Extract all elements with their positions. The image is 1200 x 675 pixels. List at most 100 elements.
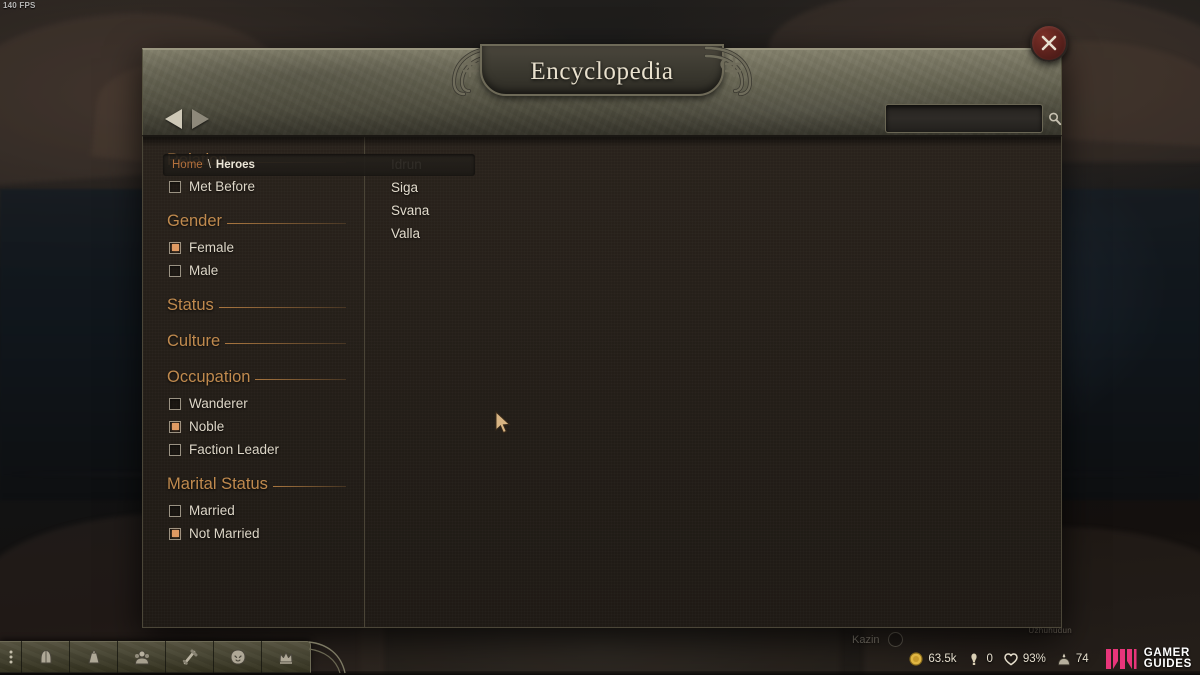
filter-option-label: Female xyxy=(189,240,235,255)
breadcrumb-home-link[interactable]: Home xyxy=(172,159,203,171)
filter-group-culture: Culture xyxy=(167,332,364,351)
fps-counter: 140 FPS xyxy=(3,1,36,10)
stat-value: 93% xyxy=(1022,653,1046,665)
menu-dots-icon xyxy=(9,650,12,664)
hud-button-strip xyxy=(0,641,311,673)
breadcrumb-current: Heroes xyxy=(215,159,255,171)
filter-sidebar: RelationMet BeforeGenderFemaleMaleStatus… xyxy=(143,137,365,627)
gamerguides-line2: GUIDES xyxy=(1143,658,1192,670)
gamerguides-text: GAMER GUIDES xyxy=(1143,647,1192,671)
filter-header-rule xyxy=(227,223,346,224)
filter-option-label: Noble xyxy=(189,419,225,434)
filter-header-rule xyxy=(218,307,346,308)
result-item[interactable]: Siga xyxy=(391,176,1061,199)
checkbox-icon[interactable] xyxy=(169,504,181,517)
crown-icon xyxy=(279,652,293,664)
result-item[interactable]: Valla xyxy=(391,222,1061,245)
search-icon[interactable] xyxy=(1047,111,1063,127)
filter-option-label: Faction Leader xyxy=(189,442,280,457)
filter-title: Status xyxy=(167,296,214,314)
filter-option-wanderer[interactable]: Wanderer xyxy=(169,392,364,415)
filter-title: Occupation xyxy=(167,368,251,386)
result-item[interactable]: Idrun xyxy=(391,153,1061,176)
filter-option-met-before[interactable]: Met Before xyxy=(169,175,364,198)
filter-option-label: Wanderer xyxy=(189,396,248,411)
checkbox-icon[interactable] xyxy=(169,180,181,193)
sword-scroll-icon xyxy=(182,649,197,665)
breadcrumb: Home \ Heroes xyxy=(163,154,475,176)
morale-stat: 93% xyxy=(1004,652,1046,666)
filter-option-male[interactable]: Male xyxy=(169,259,364,282)
filter-option-married[interactable]: Married xyxy=(169,499,364,522)
checkbox-icon[interactable] xyxy=(169,397,181,410)
filter-header-rule xyxy=(255,379,346,380)
hud-right-status: 63.5k 0 93% 74 GAMER GUIDES xyxy=(887,643,1200,675)
gamerguides-watermark: GAMER GUIDES xyxy=(1099,647,1192,671)
party-button[interactable] xyxy=(118,641,166,673)
menu-dots-button[interactable] xyxy=(0,641,22,673)
filter-option-female[interactable]: Female xyxy=(169,236,364,259)
filter-option-label: Male xyxy=(189,263,219,278)
checkbox-icon[interactable] xyxy=(169,443,181,456)
filter-option-faction-leader[interactable]: Faction Leader xyxy=(169,438,364,461)
filter-options: Married Not Married xyxy=(169,499,364,545)
checkbox-icon[interactable] xyxy=(169,527,181,540)
window-title: Encyclopedia xyxy=(530,58,674,85)
helmet-icon xyxy=(40,649,51,664)
title-plaque-wrap: Encyclopedia xyxy=(451,44,753,96)
kingdom-button[interactable] xyxy=(262,641,310,673)
filter-options: Female Male xyxy=(169,236,364,282)
hud-left-toolbar xyxy=(0,639,347,675)
gamerguides-logo-icon xyxy=(1105,649,1137,669)
inventory-button[interactable] xyxy=(70,641,118,673)
filter-option-label: Married xyxy=(189,503,235,518)
filter-group-gender: Gender Female Male xyxy=(167,212,364,282)
filter-group-status: Status xyxy=(167,296,364,315)
celtic-ornament-right-icon xyxy=(704,46,753,96)
result-item[interactable]: Svana xyxy=(391,199,1061,222)
close-button[interactable] xyxy=(1030,24,1068,62)
stat-value: 0 xyxy=(986,653,993,665)
money-bag-icon xyxy=(87,649,100,664)
influence-icon xyxy=(971,653,978,665)
back-arrow-icon[interactable] xyxy=(165,109,182,129)
stat-value: 63.5k xyxy=(928,653,957,665)
heart-icon xyxy=(1004,653,1018,666)
filter-title: Gender xyxy=(167,212,223,230)
lion-head-icon xyxy=(229,649,246,665)
filter-header-gender: Gender xyxy=(167,212,364,231)
gold-stat: 63.5k xyxy=(909,652,956,666)
filter-header-status: Status xyxy=(167,296,364,315)
influence-stat: 0 xyxy=(967,652,993,666)
forward-arrow-icon[interactable] xyxy=(192,109,209,129)
stat-value: 74 xyxy=(1075,653,1089,665)
checkbox-icon[interactable] xyxy=(169,241,181,254)
checkbox-icon[interactable] xyxy=(169,264,181,277)
filter-options: Met Before xyxy=(169,175,364,198)
clan-button[interactable] xyxy=(214,641,262,673)
close-icon[interactable] xyxy=(1039,33,1059,53)
hud-swoosh-decoration xyxy=(309,641,346,674)
party-icon xyxy=(134,650,149,665)
navigation-arrows xyxy=(165,109,209,129)
troops-stat: 74 xyxy=(1057,652,1089,666)
filter-options: Wanderer Noble Faction Leader xyxy=(169,392,364,461)
encyclopedia-header: Encyclopedia Home \ Heroes xyxy=(142,44,1062,176)
search-input[interactable] xyxy=(892,111,1047,126)
coin-icon xyxy=(909,652,923,666)
filter-header-occupation: Occupation xyxy=(167,368,364,387)
breadcrumb-separator: \ xyxy=(207,159,211,171)
filter-header-culture: Culture xyxy=(167,332,364,351)
filter-option-noble[interactable]: Noble xyxy=(169,415,364,438)
resource-stats: 63.5k 0 93% 74 xyxy=(887,646,1098,672)
filter-title: Culture xyxy=(167,332,221,350)
filter-option-label: Not Married xyxy=(189,526,260,541)
encyclopedia-window: Encyclopedia Home \ Heroes Met Before Ge… xyxy=(142,44,1062,628)
filter-option-not-married[interactable]: Not Married xyxy=(169,522,364,545)
quests-button[interactable] xyxy=(166,641,214,673)
search-box[interactable] xyxy=(885,104,1062,133)
character-button[interactable] xyxy=(22,641,70,673)
checkbox-icon[interactable] xyxy=(169,420,181,433)
filter-header-rule xyxy=(272,486,346,487)
filter-header-marital-status: Marital Status xyxy=(167,475,364,494)
